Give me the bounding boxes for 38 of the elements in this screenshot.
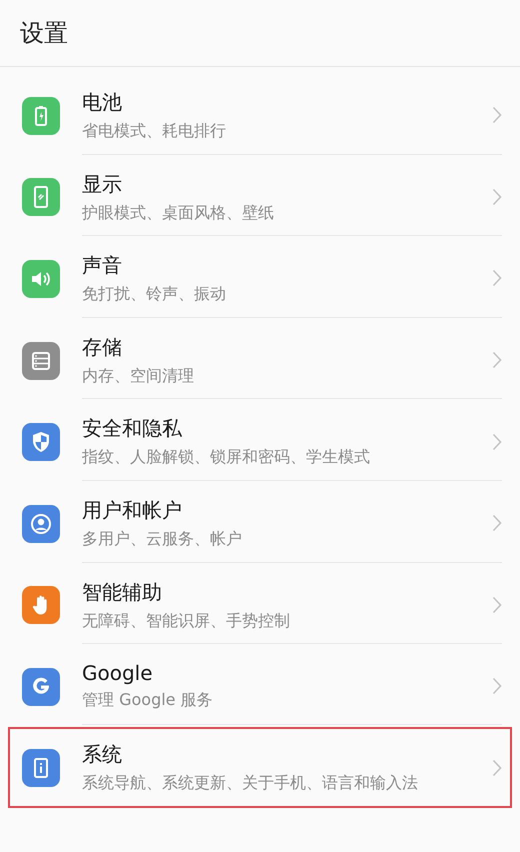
item-title: 安全和隐私 [82, 415, 183, 442]
item-subtitle: 免打扰、铃声、振动 [82, 283, 227, 305]
chevron-icon [492, 758, 502, 777]
item-subtitle: 系统导航、系统更新、关于手机、语言和输入法 [82, 772, 419, 794]
item-title: 声音 [82, 252, 123, 280]
item-subtitle: 无障碍、智能识屏、手势控制 [82, 610, 291, 632]
item-subtitle: 护眼模式、桌面风格、壁纸 [82, 202, 275, 224]
chevron-icon [492, 351, 502, 370]
item-subtitle: 管理 Google 服务 [82, 689, 214, 711]
chevron-icon [492, 432, 502, 451]
settings-item[interactable]: 电池 省电模式、耗电排行 [8, 75, 512, 157]
highlighted-settings-item[interactable]: 系统 系统导航、系统更新、关于手机、语言和输入法 [8, 727, 512, 808]
item-title: 电池 [82, 89, 123, 116]
user-icon [29, 512, 53, 536]
settings-item[interactable]: 声音 免打扰、铃声、振动 [8, 238, 512, 320]
item-title: 存储 [82, 334, 123, 361]
item-title: Google [82, 661, 154, 686]
chevron-icon [492, 106, 502, 124]
item-subtitle: 内存、空间清理 [82, 364, 195, 386]
settings-item[interactable]: 安全和隐私 指纹、人脸解锁、锁屏和密码、学生模式 [8, 401, 512, 483]
chevron-icon [492, 188, 502, 206]
settings-item[interactable]: Google 管理 Google 服务 [8, 646, 512, 728]
item-title: 系统 [82, 741, 123, 768]
item-subtitle: 省电模式、耗电排行 [82, 120, 227, 142]
item-title: 用户和帐户 [82, 496, 183, 524]
page-title: 设置 [20, 18, 68, 49]
item-subtitle: 指纹、人脸解锁、锁屏和密码、学生模式 [82, 446, 371, 468]
settings-item[interactable]: 显示 护眼模式、桌面风格、壁纸 [8, 156, 512, 238]
settings-item[interactable]: 存储 内存、空间清理 [8, 320, 512, 402]
item-subtitle: 多用户、云服务、帐户 [82, 528, 243, 550]
item-title: 显示 [82, 170, 123, 198]
chevron-icon [492, 677, 502, 696]
settings-item[interactable]: 智能辅助 无障碍、智能识屏、手势控制 [8, 564, 512, 646]
chevron-icon [492, 596, 502, 614]
item-title: 智能辅助 [82, 578, 163, 606]
chevron-icon [492, 514, 502, 532]
chevron-icon [492, 269, 502, 288]
settings-item[interactable]: 用户和帐户 多用户、云服务、帐户 [8, 482, 512, 565]
